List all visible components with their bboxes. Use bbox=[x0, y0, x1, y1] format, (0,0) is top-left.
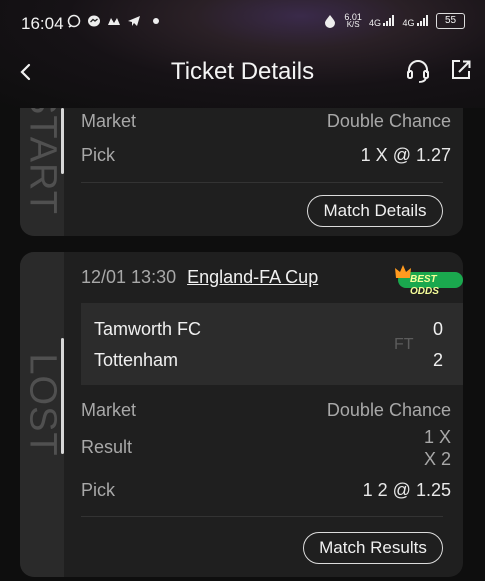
away-score: 2 bbox=[432, 350, 443, 370]
home-team: Tamworth FC bbox=[94, 319, 202, 339]
notification-icons bbox=[67, 14, 159, 28]
match-header: 12/01 13:30 England-FA Cup bbox=[81, 267, 318, 288]
data-saver-icon bbox=[325, 15, 336, 28]
pick-row: Pick 1 X @ 1.27 bbox=[81, 145, 451, 166]
divider bbox=[81, 182, 443, 183]
messenger-icon bbox=[88, 15, 100, 27]
divider bbox=[81, 516, 443, 517]
match-results-button[interactable]: Match Results bbox=[303, 532, 443, 564]
telegram-icon bbox=[128, 16, 140, 26]
ticket-card-1: START Market Double Chance Pick 1 X @ 1.… bbox=[20, 108, 463, 236]
market-value: Double Chance bbox=[326, 400, 451, 420]
home-score: 0 bbox=[432, 319, 443, 339]
scoreboard[interactable]: Tamworth FC Tottenham FT 0 2 bbox=[81, 303, 463, 385]
signal-1: 4G bbox=[368, 14, 396, 28]
strip-indicator bbox=[61, 108, 64, 174]
pick-row: Pick 1 2 @ 1.25 bbox=[81, 480, 451, 501]
market-value: Double Chance bbox=[326, 111, 451, 131]
result-line-2: X 2 bbox=[423, 449, 451, 469]
pick-value: 1 2 @ 1.25 bbox=[362, 480, 451, 500]
crown-icon bbox=[395, 265, 411, 278]
header: 16:04 6.01 K/S 4G 4G 55 Ticket Details bbox=[0, 0, 485, 108]
result-row: Result 1 X X 2 bbox=[81, 426, 451, 470]
ticket-status-label: LOST bbox=[21, 353, 64, 457]
market-label: Market bbox=[81, 111, 137, 131]
whatsapp-icon bbox=[67, 14, 81, 28]
status-bar: 16:04 6.01 K/S 4G 4G 55 bbox=[0, 0, 485, 46]
system-indicators: 6.01 K/S 4G 4G 55 bbox=[323, 13, 465, 29]
best-odds-badge: BEST ODDS bbox=[395, 265, 463, 297]
app-m-icon bbox=[108, 18, 120, 25]
league-link[interactable]: England-FA Cup bbox=[187, 267, 318, 287]
share-icon[interactable] bbox=[449, 58, 473, 82]
match-status: FT bbox=[394, 336, 414, 353]
status-time: 16:04 bbox=[21, 14, 64, 33]
best-odds-label: BEST ODDS bbox=[410, 274, 439, 297]
signal-bars-icon bbox=[383, 14, 395, 26]
market-row: Market Double Chance bbox=[81, 400, 451, 421]
ticket-status-strip: START bbox=[20, 108, 64, 236]
result-label: Result bbox=[81, 437, 133, 457]
title-bar: Ticket Details bbox=[0, 54, 485, 92]
battery-indicator: 55 bbox=[436, 13, 465, 29]
signal-2: 4G bbox=[402, 14, 429, 28]
more-notifications-dot bbox=[153, 18, 159, 24]
headset-support-icon[interactable] bbox=[405, 58, 431, 84]
market-label: Market bbox=[81, 400, 137, 420]
ticket-card-2: LOST 12/01 13:30 England-FA Cup BEST ODD… bbox=[20, 252, 463, 577]
net-speed-unit: K/S bbox=[346, 20, 360, 29]
pick-label: Pick bbox=[81, 480, 116, 500]
result-values: 1 X X 2 bbox=[424, 426, 451, 470]
result-line-1: 1 X bbox=[423, 427, 451, 447]
signal-bars-icon bbox=[417, 14, 428, 26]
away-team: Tottenham bbox=[94, 350, 179, 370]
pick-label: Pick bbox=[81, 145, 116, 165]
signal-2-label: 4G bbox=[402, 17, 415, 28]
match-datetime: 12/01 13:30 bbox=[81, 267, 177, 287]
signal-1-label: 4G bbox=[368, 17, 381, 28]
strip-indicator bbox=[61, 338, 64, 454]
ticket-status-label: START bbox=[21, 108, 64, 215]
ticket-status-strip: LOST bbox=[20, 252, 64, 577]
pick-value: 1 X @ 1.27 bbox=[360, 145, 451, 165]
match-details-button[interactable]: Match Details bbox=[307, 195, 443, 227]
net-speed: 6.01 K/S bbox=[344, 13, 362, 29]
market-row: Market Double Chance bbox=[81, 111, 451, 132]
